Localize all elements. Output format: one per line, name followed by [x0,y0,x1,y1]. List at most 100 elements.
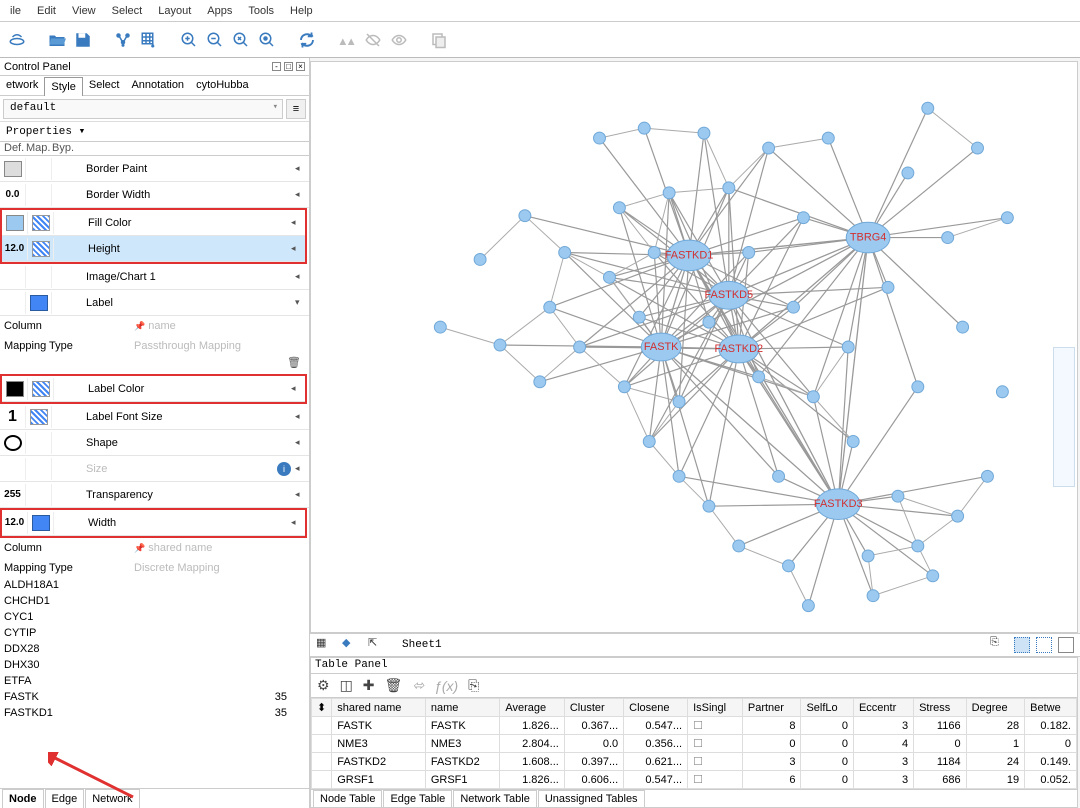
discrete-item[interactable]: CHCHD1 [0,594,309,610]
zoom-in-icon[interactable] [178,29,200,51]
discrete-item[interactable]: DDX28 [0,642,309,658]
prop-height[interactable]: 12.0 Height ◂ [2,236,305,262]
import-table-icon[interactable] [138,29,160,51]
expand-icon[interactable]: ◂ [295,437,309,448]
border-paint-swatch[interactable] [4,161,22,177]
table-row[interactable]: FASTKFASTK1.826...0.367...0.547...803116… [312,717,1077,735]
tab-select[interactable]: Select [83,76,126,95]
mapping-icon[interactable] [32,215,50,231]
open-icon[interactable] [46,29,68,51]
table-header[interactable]: shared name [332,699,426,717]
prop-border-paint[interactable]: Border Paint ◂ [0,156,309,182]
tab-style[interactable]: Style [44,77,82,96]
share-icon[interactable]: ◆ [342,636,360,654]
delete-icon[interactable]: 🗑 [385,677,403,694]
tab-edge-table[interactable]: Edge Table [383,790,452,807]
discrete-item[interactable]: DHX30 [0,658,309,674]
tab-network[interactable]: etwork [0,76,44,95]
prop-label-font-size[interactable]: 1 Label Font Size ◂ [0,404,309,430]
tab-unassigned-table[interactable]: Unassigned Tables [538,790,645,807]
network-canvas[interactable]: FASTKD1TBRG4FASTKD5FASTKFASTKD2FASTKD3 [310,61,1078,633]
refresh-icon[interactable] [296,29,318,51]
prop-label[interactable]: Label ▾ [0,290,309,316]
style-combo[interactable]: default [3,99,283,119]
table-row[interactable]: FASTKD2FASTKD21.608...0.397...0.621...30… [312,753,1077,771]
table-header[interactable]: ⬍ [312,699,332,717]
table-header[interactable]: Eccentr [853,699,913,717]
table-header[interactable]: name [425,699,500,717]
expand-icon[interactable]: ◂ [295,189,309,200]
table-row[interactable]: GRSF1GRSF11.826...0.606...0.547...603686… [312,771,1077,789]
menu-apps[interactable]: Apps [199,2,240,20]
value[interactable]: 12.0 [5,243,24,254]
prop-width[interactable]: 12.0 Width ◂ [2,510,305,536]
shape-swatch[interactable] [4,435,22,451]
zoom-fit-icon[interactable] [230,29,252,51]
discrete-item[interactable]: ETFA [0,674,309,690]
panel-float-icon[interactable]: □ [284,62,293,71]
expand-icon[interactable]: ◂ [291,217,305,228]
sheet-tab[interactable]: Sheet1 [394,639,442,651]
zoom-out-icon[interactable] [204,29,226,51]
menu-tools[interactable]: Tools [240,2,282,20]
discrete-item[interactable]: CYTIP [0,626,309,642]
style-options-button[interactable]: ≡ [286,99,306,119]
grid-icon[interactable]: ▦ [316,636,334,654]
expand-icon[interactable]: ▾ [295,297,309,308]
table-header[interactable]: Stress [914,699,967,717]
copy-icon[interactable] [428,29,450,51]
discrete-item[interactable]: FASTKD135 [0,706,309,722]
prop-shape[interactable]: Shape ◂ [0,430,309,456]
menu-help[interactable]: Help [282,2,321,20]
prop-label-color[interactable]: Label Color ◂ [2,376,305,402]
hide-nodes-icon[interactable] [1014,637,1030,653]
table-header[interactable]: Partner [742,699,801,717]
mapping-icon[interactable] [32,515,50,531]
tab-node-table[interactable]: Node Table [313,790,382,807]
table-header[interactable]: SelfLo [801,699,854,717]
table-header[interactable]: Degree [966,699,1025,717]
tab-network-bt[interactable]: Network [85,789,139,808]
expand-icon[interactable]: ◂ [295,271,309,282]
discrete-item[interactable]: FASTK35 [0,690,309,706]
menu-layout[interactable]: Layout [150,2,199,20]
menu-edit[interactable]: Edit [29,2,64,20]
save-icon[interactable] [72,29,94,51]
discrete-item[interactable]: CYC1 [0,610,309,626]
table-header[interactable]: Betwe [1025,699,1077,717]
export-icon[interactable]: ⎘ [990,636,1008,654]
width-mapping-row[interactable]: Mapping Type Discrete Mapping [0,558,309,578]
fill-color-swatch[interactable] [6,215,24,231]
value[interactable]: 0.0 [6,189,20,200]
expand-icon[interactable]: ◂ [291,383,305,394]
info-icon[interactable]: i [277,462,291,476]
mapping-icon[interactable] [30,409,48,425]
value[interactable]: 1 [8,408,17,426]
table-row[interactable]: NME3NME32.804...0.00.356...004010 [312,735,1077,753]
label-column-row[interactable]: Column 📌 name [0,316,309,336]
label-mapping-row[interactable]: Mapping Type Passthrough Mapping [0,336,309,356]
first-neighbors-icon[interactable] [336,29,358,51]
panel-min-icon[interactable]: - [272,62,281,71]
expand-icon[interactable]: ◂ [295,463,309,474]
menu-file[interactable]: ile [2,2,29,20]
prop-transparency[interactable]: 255 Transparency ◂ [0,482,309,508]
show-icon[interactable] [388,29,410,51]
table-header[interactable]: Closene [624,699,688,717]
value[interactable]: 12.0 [5,517,24,528]
columns-icon[interactable]: ◫ [340,677,353,694]
expand-icon[interactable]: ◂ [295,163,309,174]
value[interactable]: 255 [4,489,21,500]
import-network-icon[interactable] [112,29,134,51]
detach-icon[interactable]: ⇱ [368,636,386,654]
discrete-item[interactable]: ALDH18A1 [0,578,309,594]
mapping-icon[interactable] [30,295,48,311]
data-table[interactable]: ⬍shared namenameAverageClusterCloseneIsS… [311,698,1077,789]
menu-view[interactable]: View [64,2,104,20]
navigator-strip[interactable] [1053,347,1075,487]
zoom-selected-icon[interactable] [256,29,278,51]
prop-image-chart[interactable]: Image/Chart 1 ◂ [0,264,309,290]
tab-edge[interactable]: Edge [45,789,85,808]
hide-icon[interactable] [362,29,384,51]
gear-icon[interactable]: ⚙ [317,677,330,694]
